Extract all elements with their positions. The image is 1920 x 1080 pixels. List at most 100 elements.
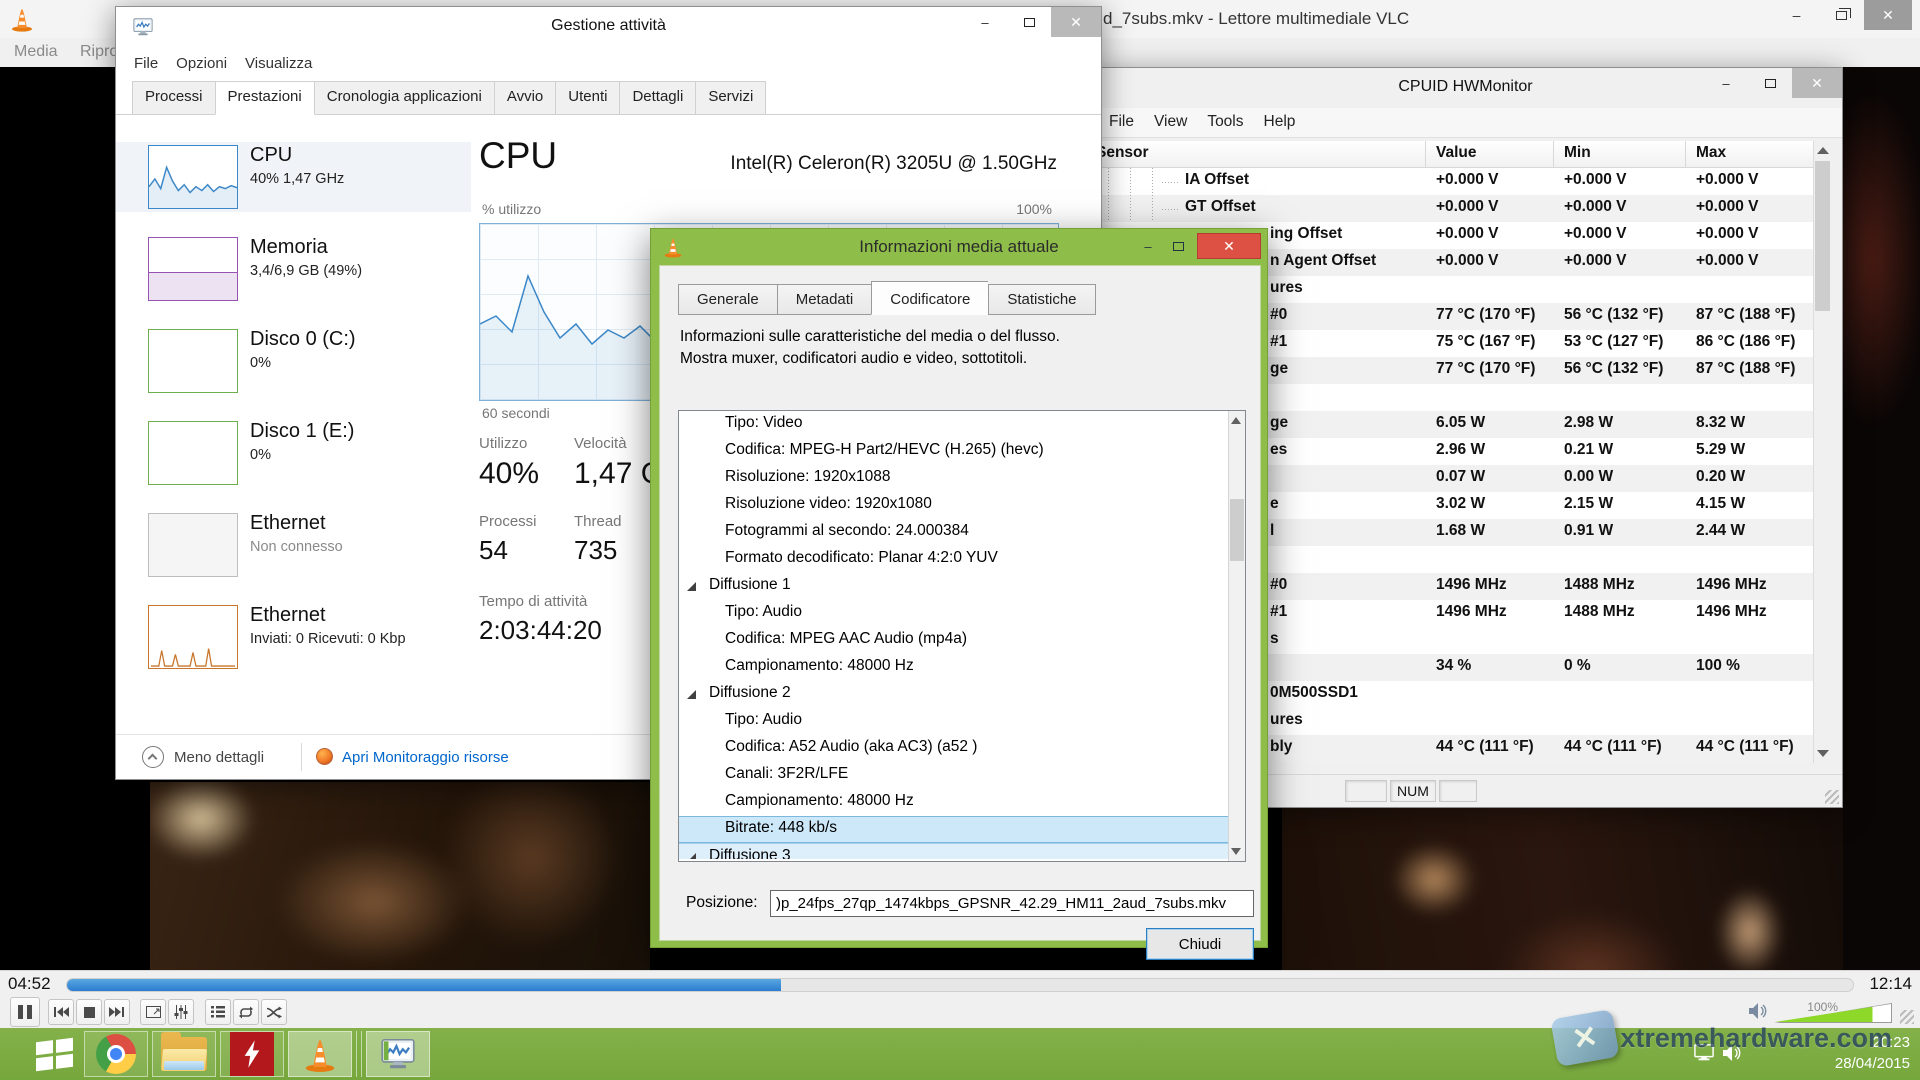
dialog-close-button[interactable]: ✕ (1197, 233, 1261, 259)
codec-list-item[interactable]: Tipo: Audio (679, 600, 1245, 627)
chevron-up-icon[interactable] (142, 746, 164, 768)
tm-minimize-button[interactable]: – (963, 7, 1007, 37)
codec-list-item[interactable]: Diffusione 3 (679, 843, 1245, 859)
pause-button[interactable] (10, 997, 40, 1027)
sidebar-item-cpu[interactable]: CPU 40% 1,47 GHz (116, 142, 471, 212)
dialog-titlebar[interactable]: Informazioni media attuale – ✕ (651, 229, 1267, 265)
tm-tab[interactable]: Dettagli (619, 81, 695, 115)
codec-list-item[interactable]: Canali: 3F2R/LFE (679, 762, 1245, 789)
playlist-button[interactable] (205, 999, 231, 1025)
chiudi-button[interactable]: Chiudi (1146, 928, 1254, 960)
hwmonitor-close-button[interactable]: ✕ (1792, 68, 1842, 98)
dialog-tab[interactable]: Codificatore (871, 281, 988, 315)
fullscreen-button[interactable] (140, 999, 166, 1025)
tm-tab[interactable]: Processi (132, 81, 215, 115)
column-max[interactable]: Max (1686, 141, 1814, 167)
codec-list-item[interactable]: Codifica: A52 Audio (aka AC3) (a52 ) (679, 735, 1245, 762)
taskbar-redapp-button[interactable] (220, 1031, 284, 1077)
meno-dettagli-button[interactable]: Meno dettagli (174, 749, 264, 766)
tm-close-button[interactable]: ✕ (1051, 7, 1101, 37)
scrollbar-thumb[interactable] (1815, 161, 1830, 311)
dialog-minimize-button[interactable]: – (1133, 233, 1163, 259)
dialog-tab[interactable]: Metadati (777, 284, 872, 315)
loop-button[interactable] (233, 999, 259, 1025)
scroll-down-icon[interactable] (1817, 750, 1829, 757)
taskbar-monitor-button[interactable] (366, 1031, 430, 1077)
posizione-field[interactable]: )p_24fps_27qp_1474kbps_GPSNR_42.29_HM11_… (770, 890, 1254, 917)
tm-menu-item[interactable]: Visualizza (245, 55, 312, 72)
codec-list-item[interactable]: Diffusione 2 (679, 681, 1245, 708)
hwmonitor-menu-item[interactable]: Tools (1207, 113, 1243, 131)
column-sensor[interactable]: Sensor (1090, 141, 1426, 167)
table-row[interactable]: IA Offset +0.000 V +0.000 V +0.000 V (1090, 168, 1813, 195)
tray-speaker-icon[interactable] (1722, 1043, 1742, 1068)
vlc-menu-riproduzione[interactable]: Ripro (80, 43, 118, 61)
taskbar-vlc-button[interactable] (288, 1031, 352, 1077)
codec-list-item[interactable]: Diffusione 1 (679, 573, 1245, 600)
vlc-menu-media[interactable]: Media (14, 43, 58, 61)
column-value[interactable]: Value (1426, 141, 1554, 167)
tm-tab[interactable]: Servizi (695, 81, 766, 115)
hwmonitor-menu-item[interactable]: File (1109, 113, 1134, 131)
shuffle-button[interactable] (261, 999, 287, 1025)
table-row[interactable]: GT Offset +0.000 V +0.000 V +0.000 V (1090, 195, 1813, 222)
resize-grip-icon[interactable] (1825, 790, 1839, 804)
codec-list-item[interactable]: Tipo: Audio (679, 708, 1245, 735)
tree-expanded-icon[interactable] (687, 582, 696, 591)
dialog-list-scrollbar[interactable] (1228, 411, 1245, 861)
tree-expanded-icon[interactable] (687, 690, 696, 699)
column-min[interactable]: Min (1554, 141, 1686, 167)
hwmonitor-maximize-button[interactable] (1748, 68, 1792, 98)
scrollbar-thumb[interactable] (1230, 499, 1244, 561)
scroll-down-icon[interactable] (1231, 848, 1241, 855)
scroll-up-icon[interactable] (1231, 417, 1241, 424)
resize-grip-icon[interactable] (1900, 1010, 1914, 1024)
taskbar-chrome-button[interactable] (84, 1031, 148, 1077)
dialog-tab[interactable]: Generale (678, 284, 777, 315)
tm-tab[interactable]: Avvio (494, 81, 555, 115)
taskbar-clock[interactable]: 20:23 28/04/2015 (1835, 1032, 1910, 1074)
volume-slider[interactable] (1774, 1003, 1892, 1023)
tm-tab[interactable]: Prestazioni (215, 81, 315, 115)
codec-list-item[interactable]: Formato decodificato: Planar 4:2:0 YUV (679, 546, 1245, 573)
tm-tab[interactable]: Cronologia applicazioni (315, 81, 494, 115)
codec-info-list[interactable]: Tipo: Video Codifica: MPEG-H Part2/HEVC … (678, 410, 1246, 862)
sidebar-item-ethernet1[interactable]: Ethernet Non connesso (116, 510, 471, 580)
hwmonitor-titlebar[interactable]: CPUID HWMonitor – ✕ (1089, 68, 1842, 108)
tm-menu-item[interactable]: File (134, 55, 158, 72)
vlc-minimize-button[interactable]: – (1774, 0, 1819, 30)
next-button[interactable] (104, 999, 130, 1025)
task-manager-titlebar[interactable]: Gestione attività – ✕ (116, 7, 1101, 47)
dialog-tab[interactable]: Statistiche (988, 284, 1095, 315)
tray-monitor-icon[interactable] (1693, 1043, 1715, 1068)
codec-list-item[interactable]: Tipo: Video (679, 411, 1245, 438)
sidebar-item-memoria[interactable]: Memoria 3,4/6,9 GB (49%) (116, 234, 471, 304)
dialog-maximize-button[interactable] (1163, 233, 1193, 259)
codec-list-item[interactable]: Campionamento: 48000 Hz (679, 789, 1245, 816)
previous-button[interactable] (48, 999, 74, 1025)
start-button[interactable] (28, 1035, 80, 1073)
apri-monitoraggio-link[interactable]: Apri Monitoraggio risorse (342, 749, 509, 766)
stop-button[interactable] (76, 999, 102, 1025)
codec-list-item[interactable]: Campionamento: 48000 Hz (679, 654, 1245, 681)
codec-list-item[interactable]: Fotogrammi al secondo: 24.000384 (679, 519, 1245, 546)
tree-expanded-icon[interactable] (687, 853, 696, 859)
vlc-restore-button[interactable] (1819, 0, 1864, 30)
taskbar-explorer-button[interactable] (152, 1031, 216, 1077)
hwmonitor-menu-item[interactable]: Help (1264, 113, 1296, 131)
codec-list-item[interactable]: Risoluzione video: 1920x1080 (679, 492, 1245, 519)
codec-list-item[interactable]: Codifica: MPEG-H Part2/HEVC (H.265) (hev… (679, 438, 1245, 465)
hwmonitor-minimize-button[interactable]: – (1704, 68, 1748, 98)
tm-menu-item[interactable]: Opzioni (176, 55, 227, 72)
sidebar-item-disco0[interactable]: Disco 0 (C:) 0% (116, 326, 471, 396)
codec-list-item[interactable]: Risoluzione: 1920x1088 (679, 465, 1245, 492)
tm-maximize-button[interactable] (1007, 7, 1051, 37)
codec-list-item[interactable]: Codifica: MPEG AAC Audio (mp4a) (679, 627, 1245, 654)
sidebar-item-disco1[interactable]: Disco 1 (E:) 0% (116, 418, 471, 488)
settings-button[interactable] (168, 999, 194, 1025)
sidebar-item-ethernet2[interactable]: Ethernet Inviati: 0 Ricevuti: 0 Kbp (116, 602, 471, 672)
speaker-icon[interactable] (1748, 1002, 1768, 1025)
scroll-up-icon[interactable] (1817, 147, 1829, 154)
codec-list-item[interactable]: Bitrate: 448 kb/s (679, 816, 1245, 843)
seek-bar[interactable] (66, 978, 1854, 992)
